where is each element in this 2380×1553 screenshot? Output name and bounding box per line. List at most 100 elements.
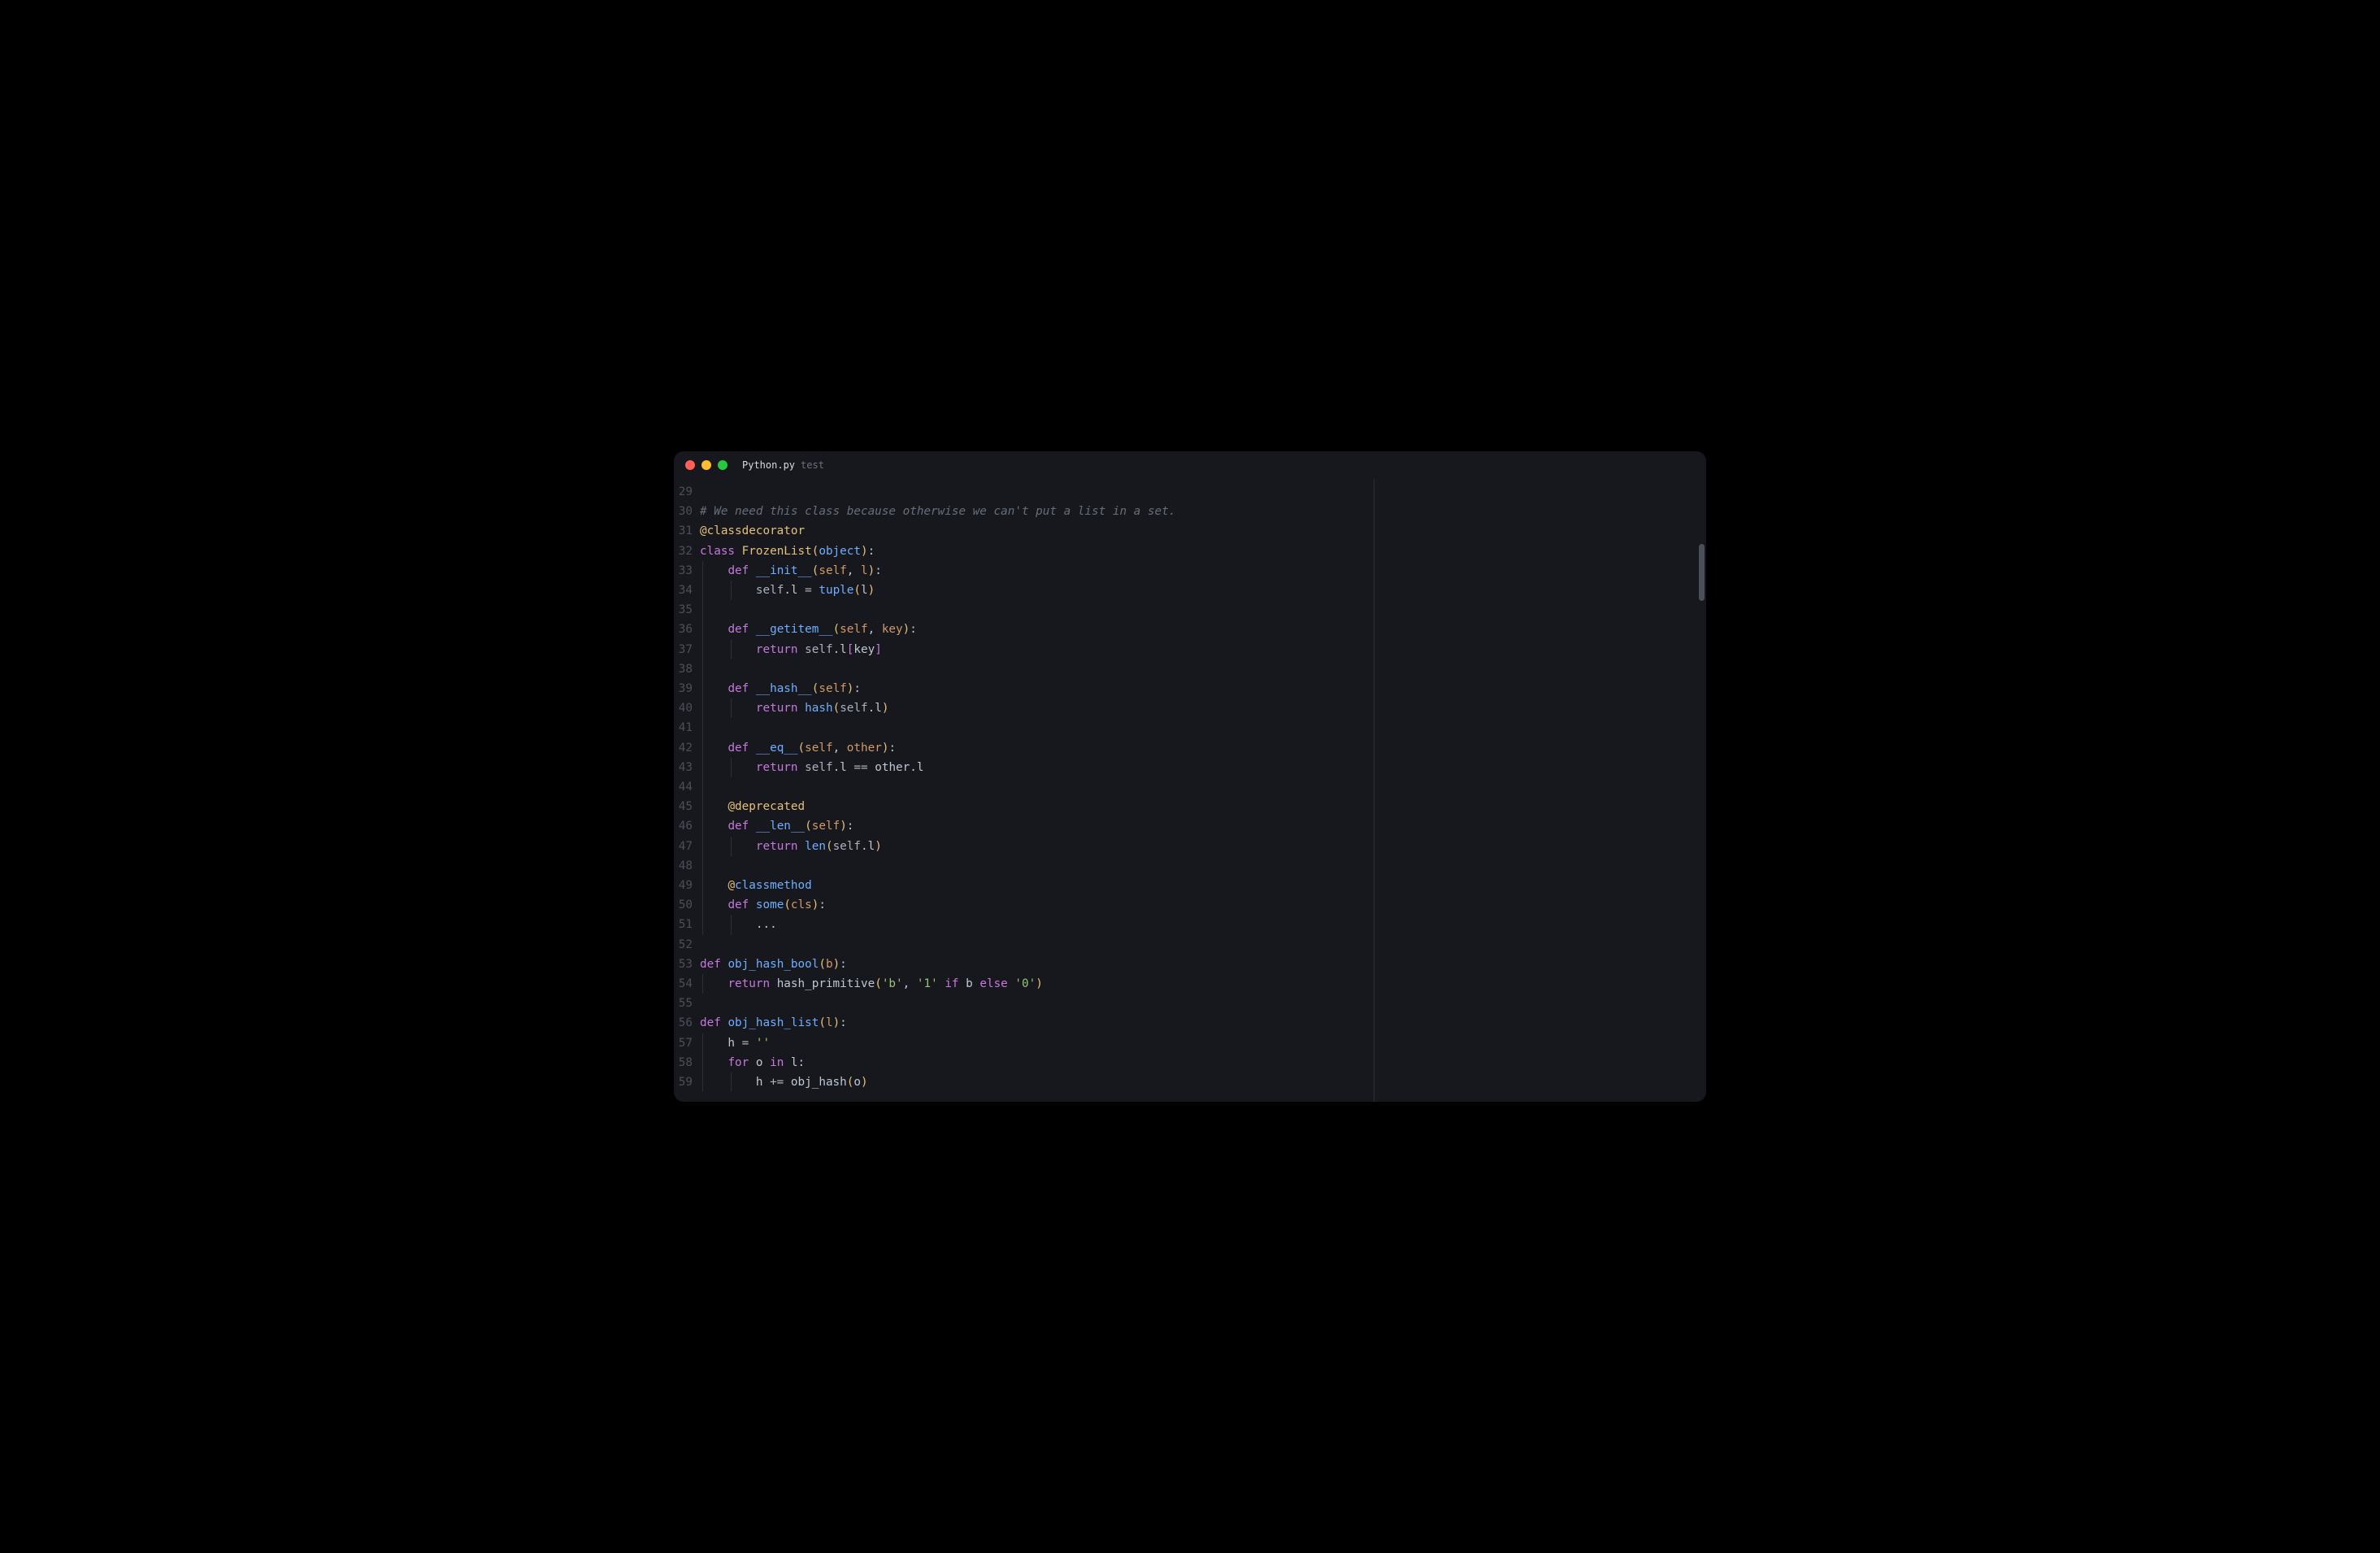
line-content[interactable]: return self.l[key] xyxy=(700,640,1706,659)
line-number[interactable]: 55 xyxy=(674,994,700,1013)
code-line[interactable]: 35 xyxy=(674,600,1706,620)
line-content[interactable]: @classdecorator xyxy=(700,521,1706,541)
line-content[interactable]: ... xyxy=(700,915,1706,934)
line-content[interactable]: return hash(self.l) xyxy=(700,698,1706,718)
code-line[interactable]: 48 xyxy=(674,856,1706,876)
line-content[interactable]: # We need this class because otherwise w… xyxy=(700,502,1706,521)
code-line[interactable]: 42 def __eq__(self, other): xyxy=(674,738,1706,758)
line-content[interactable] xyxy=(700,994,1706,1013)
line-content[interactable] xyxy=(700,856,1706,876)
line-content[interactable] xyxy=(700,482,1706,502)
code-viewport[interactable]: 2930# We need this class because otherwi… xyxy=(674,479,1706,1100)
titlebar[interactable]: Python.py test xyxy=(674,451,1706,479)
code-line[interactable]: 44 xyxy=(674,777,1706,797)
line-content[interactable]: h += obj_hash(o) xyxy=(700,1072,1706,1092)
code-line[interactable]: 33 def __init__(self, l): xyxy=(674,561,1706,581)
code-line[interactable]: 39 def __hash__(self): xyxy=(674,679,1706,698)
code-line[interactable]: 40 return hash(self.l) xyxy=(674,698,1706,718)
code-line[interactable]: 54 return hash_primitive('b', '1' if b e… xyxy=(674,974,1706,994)
code-line[interactable]: 30# We need this class because otherwise… xyxy=(674,502,1706,521)
line-content[interactable]: return len(self.l) xyxy=(700,837,1706,856)
line-number[interactable]: 30 xyxy=(674,502,700,521)
line-number[interactable]: 42 xyxy=(674,738,700,758)
line-number[interactable]: 35 xyxy=(674,600,700,620)
line-number[interactable]: 50 xyxy=(674,895,700,915)
line-number[interactable]: 38 xyxy=(674,659,700,679)
line-number[interactable]: 46 xyxy=(674,816,700,836)
code-line[interactable]: 29 xyxy=(674,482,1706,502)
line-number[interactable]: 44 xyxy=(674,777,700,797)
line-content[interactable]: self.l = tuple(l) xyxy=(700,581,1706,600)
line-number[interactable]: 32 xyxy=(674,542,700,561)
code-line[interactable]: 38 xyxy=(674,659,1706,679)
line-number[interactable]: 33 xyxy=(674,561,700,581)
line-number[interactable]: 29 xyxy=(674,482,700,502)
code-line[interactable]: 59 h += obj_hash(o) xyxy=(674,1072,1706,1092)
code-line[interactable]: 47 return len(self.l) xyxy=(674,837,1706,856)
code-line[interactable]: 51 ... xyxy=(674,915,1706,934)
close-icon[interactable] xyxy=(685,460,695,470)
code-line[interactable]: 52 xyxy=(674,935,1706,955)
code-line[interactable]: 50 def some(cls): xyxy=(674,895,1706,915)
code-line[interactable]: 49 @classmethod xyxy=(674,876,1706,895)
code-token: __hash__ xyxy=(756,682,812,695)
zoom-icon[interactable] xyxy=(718,460,727,470)
code-line[interactable]: 31@classdecorator xyxy=(674,521,1706,541)
line-number[interactable]: 53 xyxy=(674,955,700,974)
line-content[interactable]: return self.l == other.l xyxy=(700,758,1706,777)
code-line[interactable]: 46 def __len__(self): xyxy=(674,816,1706,836)
line-content[interactable]: @deprecated xyxy=(700,797,1706,816)
line-number[interactable]: 57 xyxy=(674,1033,700,1053)
line-content[interactable] xyxy=(700,718,1706,737)
line-content[interactable]: class FrozenList(object): xyxy=(700,542,1706,561)
line-number[interactable]: 47 xyxy=(674,837,700,856)
line-content[interactable]: def __init__(self, l): xyxy=(700,561,1706,581)
line-content[interactable] xyxy=(700,600,1706,620)
code-line[interactable]: 41 xyxy=(674,718,1706,737)
line-number[interactable]: 39 xyxy=(674,679,700,698)
code-line[interactable]: 56def obj_hash_list(l): xyxy=(674,1013,1706,1033)
code-line[interactable]: 43 return self.l == other.l xyxy=(674,758,1706,777)
code-line[interactable]: 53def obj_hash_bool(b): xyxy=(674,955,1706,974)
line-number[interactable]: 49 xyxy=(674,876,700,895)
line-number[interactable]: 31 xyxy=(674,521,700,541)
line-content[interactable]: for o in l: xyxy=(700,1053,1706,1072)
line-number[interactable]: 40 xyxy=(674,698,700,718)
line-content[interactable] xyxy=(700,935,1706,955)
line-content[interactable]: def obj_hash_list(l): xyxy=(700,1013,1706,1033)
line-content[interactable]: return hash_primitive('b', '1' if b else… xyxy=(700,974,1706,994)
code-line[interactable]: 45 @deprecated xyxy=(674,797,1706,816)
line-content[interactable] xyxy=(700,659,1706,679)
line-number[interactable]: 37 xyxy=(674,640,700,659)
line-content[interactable] xyxy=(700,777,1706,797)
line-number[interactable]: 48 xyxy=(674,856,700,876)
line-content[interactable]: def some(cls): xyxy=(700,895,1706,915)
line-number[interactable]: 41 xyxy=(674,718,700,737)
line-content[interactable]: def __hash__(self): xyxy=(700,679,1706,698)
code-line[interactable]: 57 h = '' xyxy=(674,1033,1706,1053)
line-number[interactable]: 54 xyxy=(674,974,700,994)
line-content[interactable]: def __getitem__(self, key): xyxy=(700,620,1706,639)
line-number[interactable]: 59 xyxy=(674,1072,700,1092)
line-number[interactable]: 36 xyxy=(674,620,700,639)
code-line[interactable]: 36 def __getitem__(self, key): xyxy=(674,620,1706,639)
code-line[interactable]: 58 for o in l: xyxy=(674,1053,1706,1072)
code-line[interactable]: 37 return self.l[key] xyxy=(674,640,1706,659)
minimize-icon[interactable] xyxy=(701,460,711,470)
line-content[interactable]: def obj_hash_bool(b): xyxy=(700,955,1706,974)
line-content[interactable]: def __len__(self): xyxy=(700,816,1706,836)
code-line[interactable]: 32class FrozenList(object): xyxy=(674,542,1706,561)
line-content[interactable]: def __eq__(self, other): xyxy=(700,738,1706,758)
line-number[interactable]: 45 xyxy=(674,797,700,816)
code-line[interactable]: 55 xyxy=(674,994,1706,1013)
code-line[interactable]: 34 self.l = tuple(l) xyxy=(674,581,1706,600)
editor-area[interactable]: 2930# We need this class because otherwi… xyxy=(674,479,1706,1102)
line-number[interactable]: 56 xyxy=(674,1013,700,1033)
line-content[interactable]: @classmethod xyxy=(700,876,1706,895)
line-number[interactable]: 43 xyxy=(674,758,700,777)
line-content[interactable]: h = '' xyxy=(700,1033,1706,1053)
line-number[interactable]: 52 xyxy=(674,935,700,955)
line-number[interactable]: 51 xyxy=(674,915,700,934)
line-number[interactable]: 58 xyxy=(674,1053,700,1072)
line-number[interactable]: 34 xyxy=(674,581,700,600)
